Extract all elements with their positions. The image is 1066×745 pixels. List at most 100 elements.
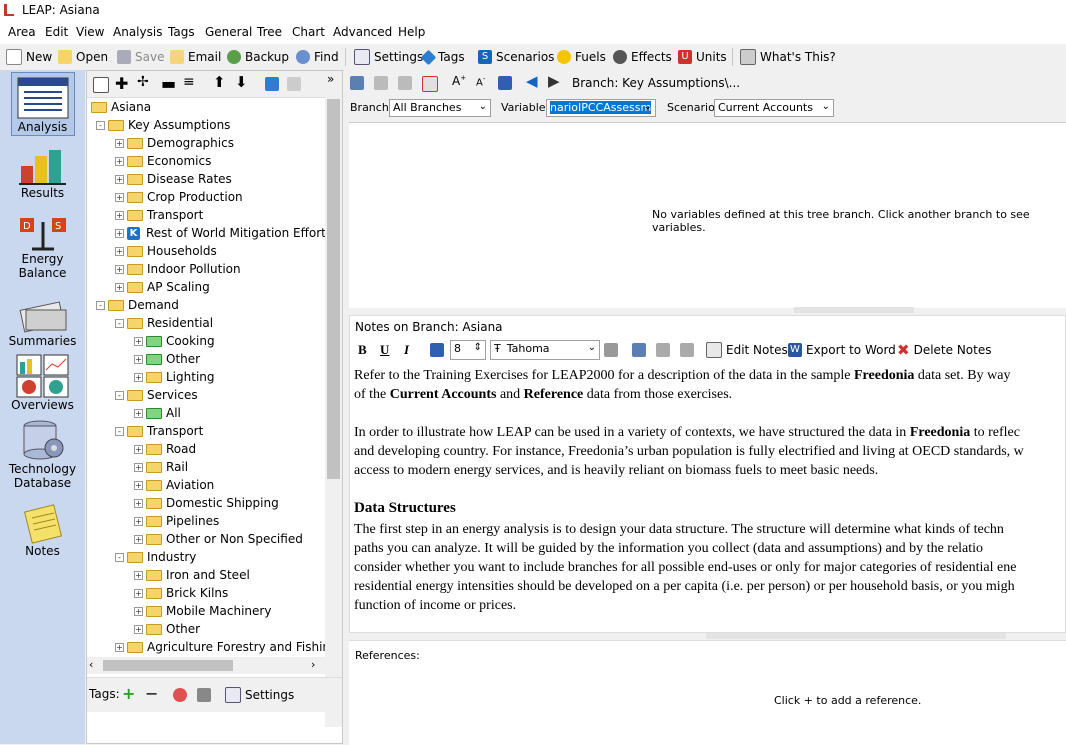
- settings-button[interactable]: Settings: [354, 47, 423, 67]
- copy-icon[interactable]: [374, 76, 388, 90]
- email-button[interactable]: Email: [170, 47, 221, 67]
- paste-icon[interactable]: [680, 343, 694, 357]
- expand-icon[interactable]: +: [115, 282, 124, 292]
- italic-button[interactable]: I: [404, 342, 409, 358]
- add-branch-icon[interactable]: ✚: [115, 74, 128, 93]
- variable-select[interactable]: narioIPCCAssessm ⌄: [546, 99, 656, 117]
- tree-item[interactable]: + Other or Non Specified: [134, 530, 303, 548]
- bold-button[interactable]: B: [358, 342, 367, 358]
- menu-area[interactable]: Area: [8, 25, 36, 39]
- tree-item[interactable]: + Rail: [134, 458, 188, 476]
- expand-icon[interactable]: +: [115, 138, 124, 148]
- expand-icon[interactable]: +: [134, 354, 143, 364]
- fuels-button[interactable]: Fuels: [557, 47, 606, 67]
- expand-icon[interactable]: +: [115, 192, 124, 202]
- expand-icon[interactable]: +: [134, 372, 143, 382]
- expand-icon[interactable]: +: [134, 516, 143, 526]
- tree-item[interactable]: + Aviation: [134, 476, 214, 494]
- expand-icon[interactable]: +: [134, 444, 143, 454]
- expand-icon[interactable]: +: [115, 156, 124, 166]
- panel-splitter[interactable]: [794, 307, 914, 313]
- menu-general[interactable]: General: [205, 25, 252, 39]
- tree-view-icon[interactable]: [265, 77, 279, 91]
- print-icon[interactable]: [604, 343, 618, 357]
- back-arrow-icon[interactable]: ◀: [526, 72, 538, 90]
- tree-item[interactable]: - Industry: [115, 548, 196, 566]
- collapse-icon[interactable]: -: [96, 300, 105, 310]
- tree-item[interactable]: + Households: [115, 242, 217, 260]
- tree-item[interactable]: + Agriculture Forestry and Fishing: [115, 638, 338, 656]
- tree-properties-icon[interactable]: [93, 77, 109, 93]
- units-button[interactable]: U Units: [678, 47, 727, 67]
- font-increase-icon[interactable]: A+: [452, 74, 466, 88]
- font-name-select[interactable]: Ŧ Tahoma ⌄: [490, 340, 600, 360]
- move-up-icon[interactable]: ⬆: [213, 73, 226, 91]
- add-tag-icon[interactable]: +: [122, 684, 135, 703]
- backup-button[interactable]: Backup: [227, 47, 289, 67]
- tree-item[interactable]: + Economics: [115, 152, 211, 170]
- tree-item[interactable]: + Road: [134, 440, 196, 458]
- scroll-left-icon[interactable]: ‹: [89, 658, 93, 671]
- scenario-select[interactable]: Current Accounts ⌄: [714, 99, 834, 117]
- menu-advanced[interactable]: Advanced: [333, 25, 392, 39]
- tree-item[interactable]: + Cooking: [134, 332, 215, 350]
- open-button[interactable]: Open: [58, 47, 108, 67]
- delete-notes-button[interactable]: ✖ Delete Notes: [897, 340, 991, 360]
- underline-button[interactable]: U: [380, 342, 389, 358]
- rename-branch-icon[interactable]: ≡: [183, 74, 195, 90]
- tag-colors-icon[interactable]: [173, 688, 187, 702]
- move-down-icon[interactable]: ⬇: [235, 73, 248, 91]
- panel-splitter[interactable]: [706, 633, 1006, 639]
- view-technology-database[interactable]: Technology Database: [0, 420, 85, 490]
- menu-help[interactable]: Help: [398, 25, 425, 39]
- expand-icon[interactable]: +: [115, 228, 124, 238]
- people-icon[interactable]: [498, 76, 512, 90]
- folder-disabled-icon[interactable]: [287, 77, 301, 91]
- remove-tag-icon[interactable]: −: [145, 684, 158, 703]
- view-analysis[interactable]: Analysis: [0, 76, 85, 134]
- whats-this-button[interactable]: What's This?: [740, 47, 836, 67]
- tags-button[interactable]: Tags: [420, 47, 465, 67]
- menu-analysis[interactable]: Analysis: [113, 25, 162, 39]
- tree-vertical-scrollbar[interactable]: [325, 97, 342, 727]
- view-results[interactable]: Results: [0, 148, 85, 200]
- tree-item[interactable]: - Key Assumptions: [96, 116, 230, 134]
- add-multiple-icon[interactable]: ✢: [137, 74, 149, 90]
- forward-arrow-icon[interactable]: ▶: [548, 72, 560, 90]
- view-notes[interactable]: Notes: [0, 504, 85, 558]
- cut-icon[interactable]: [632, 343, 646, 357]
- tree-item[interactable]: - Demand: [96, 296, 179, 314]
- copy-icon[interactable]: [656, 343, 670, 357]
- delete-branch-icon[interactable]: ▬: [161, 74, 176, 93]
- expand-icon[interactable]: +: [134, 480, 143, 490]
- tree-item[interactable]: + Brick Kilns: [134, 584, 228, 602]
- view-energy-balance[interactable]: DS Energy Balance: [0, 216, 85, 280]
- tree-item[interactable]: Asiana: [91, 98, 151, 116]
- paste-icon[interactable]: [398, 76, 412, 90]
- tree-item[interactable]: + All: [134, 404, 181, 422]
- expand-icon[interactable]: +: [134, 534, 143, 544]
- tree-horizontal-scrollbar[interactable]: ‹ ›: [87, 657, 325, 674]
- scroll-right-icon[interactable]: ›: [311, 658, 315, 671]
- expand-icon[interactable]: +: [134, 336, 143, 346]
- tree-item[interactable]: + Transport: [115, 206, 203, 224]
- find-button[interactable]: Find: [296, 47, 339, 67]
- expand-icon[interactable]: +: [115, 210, 124, 220]
- export-icon[interactable]: [422, 76, 438, 92]
- expand-icon[interactable]: +: [134, 408, 143, 418]
- collapse-icon[interactable]: -: [115, 426, 124, 436]
- expand-icon[interactable]: +: [115, 264, 124, 274]
- expand-icon[interactable]: +: [134, 498, 143, 508]
- collapse-icon[interactable]: -: [96, 120, 105, 130]
- tree-item[interactable]: + Other: [134, 350, 200, 368]
- clear-tags-icon[interactable]: [197, 688, 211, 702]
- menu-tags[interactable]: Tags: [168, 25, 195, 39]
- tree-item[interactable]: + Other: [134, 620, 200, 638]
- tree-item[interactable]: - Residential: [115, 314, 213, 332]
- tree-item[interactable]: - Transport: [115, 422, 203, 440]
- tree-item[interactable]: + Iron and Steel: [134, 566, 250, 584]
- menu-chart[interactable]: Chart: [292, 25, 325, 39]
- view-summaries[interactable]: Summaries: [0, 298, 85, 348]
- tree-item[interactable]: + Crop Production: [115, 188, 243, 206]
- cut-icon[interactable]: [350, 76, 364, 90]
